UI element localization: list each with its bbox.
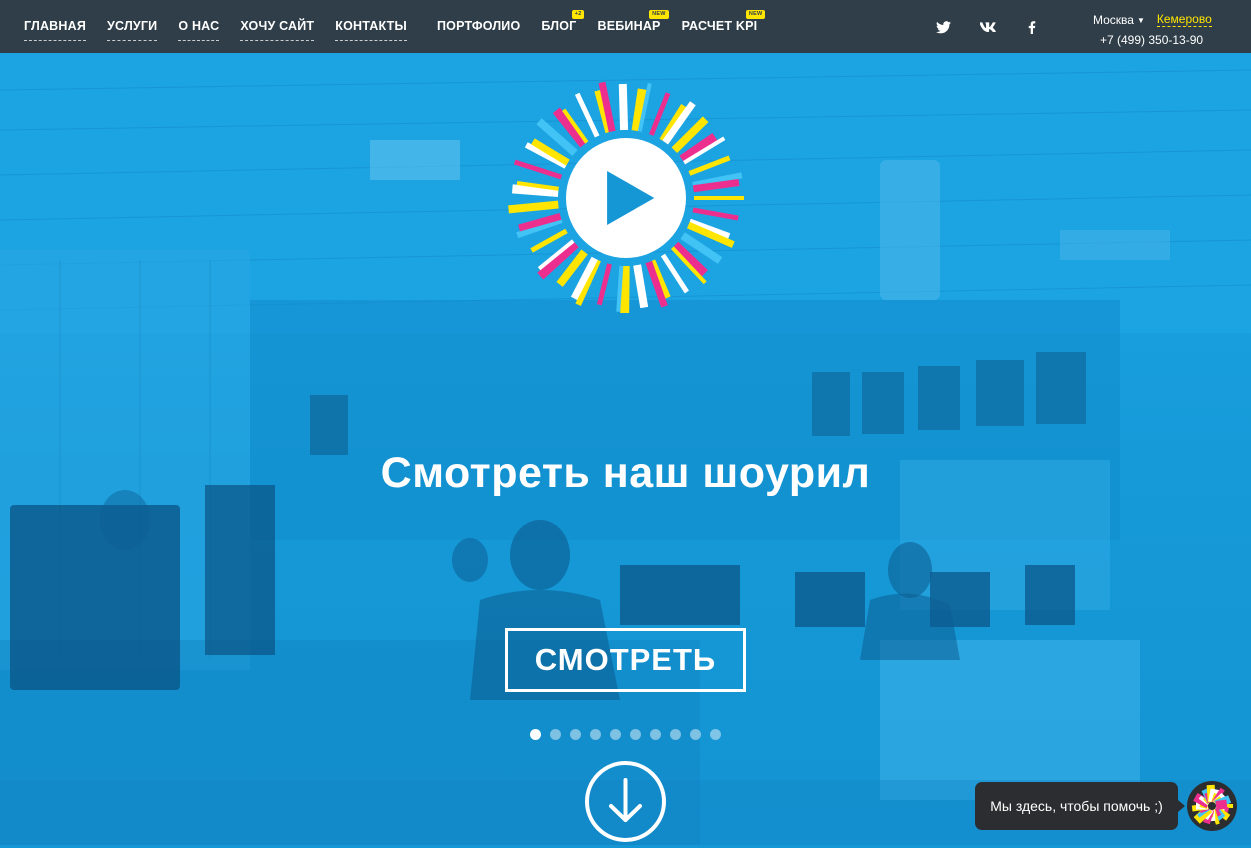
caret-down-icon[interactable]: ▼ [1137,16,1145,25]
nav-item-portfolio[interactable]: ПОРТФОЛИО [437,19,520,33]
slider-dot[interactable] [690,729,701,740]
nav-item-contacts[interactable]: КОНТАКТЫ [335,19,407,41]
chat-logo-icon [1191,784,1233,825]
alternate-city-link[interactable]: Кемерово [1156,13,1212,27]
phone-number[interactable]: +7 (499) 350-13-90 [1100,33,1243,47]
slider-dot[interactable] [710,729,721,740]
twitter-icon[interactable] [935,19,951,35]
nav-item-about[interactable]: О НАС [178,19,220,41]
chat-open-button[interactable] [1187,781,1237,831]
scroll-down-button[interactable] [584,760,667,843]
burst-logo-icon [508,81,744,317]
slider-dot[interactable] [590,729,601,740]
nav-item-webinar[interactable]: ВЕБИНАР NEW [597,10,669,33]
secondary-nav: ПОРТФОЛИО БЛОГ +2 ВЕБИНАР NEW РАСЧЕТ KPI NE… [437,0,778,53]
facebook-icon[interactable] [1024,19,1040,35]
nav-item-label: ПОРТФОЛИО [437,19,521,33]
current-city[interactable]: Москва [1093,13,1134,27]
chat-help-bubble[interactable]: Мы здесь, чтобы помочь ;) [975,782,1185,830]
slider-pagination [530,729,730,740]
nav-item-kpi[interactable]: РАСЧЕТ KPI NEW [681,10,766,33]
nav-item-services[interactable]: УСЛУГИ [107,19,158,41]
nav-item-blog[interactable]: БЛОГ +2 [541,10,585,33]
slider-dot[interactable] [670,729,681,740]
new-posts-badge: +2 [571,10,585,19]
new-badge: NEW [745,10,766,19]
main-nav: ГЛАВНАЯ УСЛУГИ О НАС ХОЧУ САЙТ КОНТАКТЫ [24,0,428,53]
slider-dot[interactable] [550,729,561,740]
nav-item-label: БЛОГ [541,19,577,33]
nav-item-label: РАСЧЕТ KPI [681,19,758,33]
nav-item-home[interactable]: ГЛАВНАЯ [24,19,87,41]
slider-dot[interactable] [530,729,541,740]
slider-dot[interactable] [650,729,661,740]
nav-item-want-site[interactable]: ХОЧУ САЙТ [240,19,315,41]
hero-title: Смотреть наш шоурил [380,449,871,497]
vk-icon[interactable] [980,19,996,35]
city-selector: Москва ▼ Кемерово +7 (499) 350-13-90 [1093,13,1243,47]
nav-item-label: ВЕБИНАР [597,19,661,33]
arrow-down-icon [585,761,666,842]
city-row: Москва ▼ Кемерово [1093,13,1243,27]
slider-dot[interactable] [610,729,621,740]
slider-dot[interactable] [630,729,641,740]
play-video-button[interactable] [508,80,745,317]
watch-showreel-button[interactable]: СМОТРЕТЬ [505,628,746,692]
top-navigation-bar: ГЛАВНАЯ УСЛУГИ О НАС ХОЧУ САЙТ КОНТАКТЫ … [0,0,1251,53]
new-badge: NEW [649,10,669,19]
slider-dot[interactable] [570,729,581,740]
